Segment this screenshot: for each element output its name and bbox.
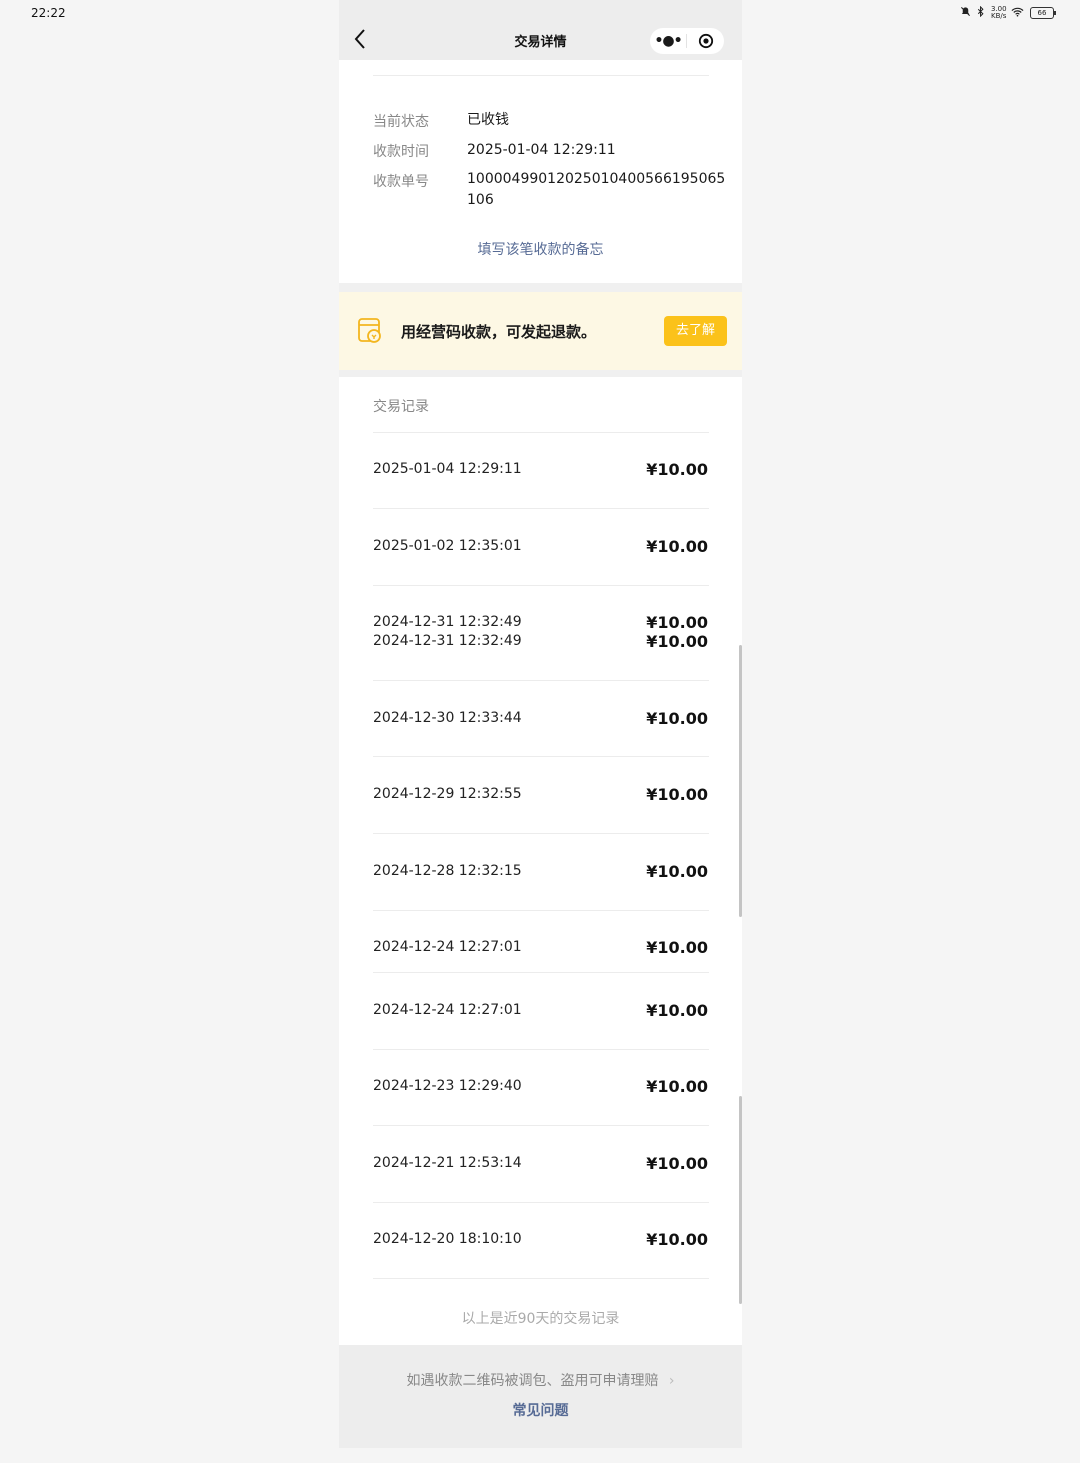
record-amount: ¥10.00 bbox=[646, 537, 708, 556]
record-date: 2024-12-24 12:27:01 bbox=[373, 1002, 522, 1018]
claim-text: 如遇收款二维码被调包、盗用可申请理赔 bbox=[406, 1373, 659, 1389]
target-icon[interactable] bbox=[687, 33, 724, 49]
record-amount: ¥10.00 bbox=[646, 1001, 708, 1020]
divider bbox=[373, 972, 709, 973]
faq-link[interactable]: 常见问题 bbox=[339, 1400, 742, 1420]
record-date: 2024-12-30 12:33:44 bbox=[373, 710, 522, 726]
records-title: 交易记录 bbox=[373, 399, 429, 415]
status-time: 22:22 bbox=[31, 6, 66, 20]
record-amount: ¥10.00 bbox=[646, 1154, 708, 1173]
divider bbox=[373, 75, 709, 76]
record-amount: ¥10.00 bbox=[646, 709, 708, 728]
status-icons: 3.00 KB/s 66 bbox=[960, 5, 1056, 20]
order-number-label: 收款单号 bbox=[373, 174, 429, 190]
divider bbox=[373, 1278, 709, 1279]
record-amount: ¥10.00 bbox=[646, 613, 708, 632]
record-amount: ¥10.00 bbox=[646, 460, 708, 479]
capsule-menu: •●• bbox=[650, 28, 724, 54]
divider bbox=[373, 508, 709, 509]
status-value: 已收钱 bbox=[467, 112, 509, 128]
record-date: 2024-12-29 12:32:55 bbox=[373, 786, 522, 802]
scrollbar[interactable] bbox=[739, 1096, 742, 1304]
learn-more-button[interactable]: 去了解 bbox=[664, 316, 727, 346]
divider bbox=[373, 756, 709, 757]
shop-code-icon bbox=[357, 316, 383, 348]
divider bbox=[373, 432, 709, 433]
network-speed: 3.00 KB/s bbox=[991, 5, 1007, 20]
order-number-line1: 10000499012025010400566195065 bbox=[467, 171, 726, 187]
divider bbox=[373, 910, 709, 911]
time-label: 收款时间 bbox=[373, 144, 429, 160]
divider bbox=[373, 833, 709, 834]
record-amount: ¥10.00 bbox=[646, 862, 708, 881]
refund-banner: 用经营码收款，可发起退款。 去了解 bbox=[339, 292, 742, 370]
section-gap bbox=[339, 283, 742, 292]
banner-text: 用经营码收款，可发起退款。 bbox=[401, 323, 597, 341]
mute-icon bbox=[960, 6, 971, 20]
mini-program-page: 交易详情 •●• 当前状态 已收钱 收款时间 2025-01-04 12:29:… bbox=[339, 0, 742, 1448]
record-amount: ¥10.00 bbox=[646, 632, 708, 651]
divider bbox=[373, 1125, 709, 1126]
records-footer-note: 以上是近90天的交易记录 bbox=[461, 1311, 620, 1327]
bluetooth-icon bbox=[977, 5, 985, 20]
status-label: 当前状态 bbox=[373, 114, 429, 130]
divider bbox=[373, 680, 709, 681]
record-amount: ¥10.00 bbox=[646, 1077, 708, 1096]
navigation-bar: 交易详情 •●• bbox=[339, 0, 742, 60]
time-value: 2025-01-04 12:29:11 bbox=[467, 142, 616, 158]
help-area: 如遇收款二维码被调包、盗用可申请理赔 › 常见问题 bbox=[339, 1345, 742, 1448]
divider bbox=[373, 585, 709, 586]
record-date: 2024-12-20 18:10:10 bbox=[373, 1231, 522, 1247]
wifi-icon bbox=[1011, 7, 1024, 20]
record-date: 2025-01-02 12:35:01 bbox=[373, 538, 522, 554]
record-date: 2024-12-21 12:53:14 bbox=[373, 1155, 522, 1171]
order-number-line2: 106 bbox=[467, 192, 494, 208]
add-note-link[interactable]: 填写该笔收款的备忘 bbox=[339, 239, 742, 259]
record-date: 2025-01-04 12:29:11 bbox=[373, 461, 522, 477]
record-date: 2024-12-24 12:27:01 bbox=[373, 939, 522, 955]
record-amount: ¥10.00 bbox=[646, 785, 708, 804]
divider bbox=[373, 1049, 709, 1050]
divider bbox=[373, 1202, 709, 1203]
order-number-value: 10000499012025010400566195065 106 bbox=[467, 169, 725, 211]
record-date: 2024-12-31 12:32:49 bbox=[373, 614, 522, 630]
section-gap bbox=[339, 370, 742, 377]
record-amount: ¥10.00 bbox=[646, 1230, 708, 1249]
record-date: 2024-12-31 12:32:49 bbox=[373, 633, 522, 649]
more-dots-icon[interactable]: •●• bbox=[650, 28, 686, 54]
chevron-right-icon: › bbox=[668, 1373, 675, 1389]
record-date: 2024-12-23 12:29:40 bbox=[373, 1078, 522, 1094]
record-date: 2024-12-28 12:32:15 bbox=[373, 863, 522, 879]
battery-icon: 66 bbox=[1030, 7, 1056, 19]
record-amount: ¥10.00 bbox=[646, 938, 708, 957]
claim-link[interactable]: 如遇收款二维码被调包、盗用可申请理赔 › bbox=[339, 1370, 742, 1390]
scrollbar[interactable] bbox=[739, 645, 742, 917]
